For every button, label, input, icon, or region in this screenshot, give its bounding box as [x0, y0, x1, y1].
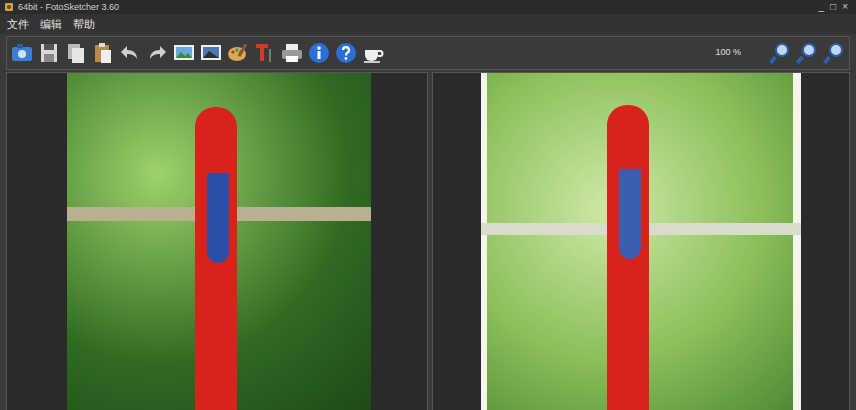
copy-icon[interactable]	[64, 41, 88, 65]
menu-bar: 文件编辑帮助	[0, 14, 856, 34]
minimize-button[interactable]: _	[819, 2, 825, 12]
zoom-level: 100 %	[715, 46, 765, 60]
redo-icon[interactable]	[145, 41, 169, 65]
maximize-button[interactable]: □	[830, 2, 836, 12]
info-icon[interactable]	[307, 41, 331, 65]
title-bar: 64bit - FotoSketcher 3.60 _ □ ×	[0, 0, 856, 14]
window-title: 64bit - FotoSketcher 3.60	[18, 3, 119, 12]
help-icon[interactable]	[334, 41, 358, 65]
zoom-fit-icon[interactable]	[795, 41, 819, 65]
palette-icon[interactable]	[226, 41, 250, 65]
original-photo	[67, 73, 371, 410]
zoom-out-icon[interactable]	[768, 41, 792, 65]
original-picture-icon[interactable]	[172, 41, 196, 65]
print-icon[interactable]	[280, 41, 304, 65]
sketch-result	[481, 73, 801, 410]
text-tool-icon[interactable]	[253, 41, 277, 65]
paste-icon[interactable]	[91, 41, 115, 65]
app-icon	[4, 2, 14, 12]
close-button[interactable]: ×	[842, 2, 848, 12]
workspace	[0, 72, 856, 410]
save-icon[interactable]	[37, 41, 61, 65]
menu-item[interactable]: 帮助	[72, 19, 96, 30]
app-window: 64bit - FotoSketcher 3.60 _ □ × 文件编辑帮助 100…	[0, 0, 856, 410]
sketch-picture-icon[interactable]	[199, 41, 223, 65]
original-panel	[6, 72, 428, 410]
menu-item[interactable]: 编辑	[39, 19, 63, 30]
zoom-in-icon[interactable]	[822, 41, 846, 65]
menu-item[interactable]: 文件	[6, 19, 30, 30]
coffee-cup-icon[interactable]	[361, 41, 385, 65]
open-camera-icon[interactable]	[10, 41, 34, 65]
toolbar: 100 %	[6, 36, 850, 70]
undo-icon[interactable]	[118, 41, 142, 65]
window-controls: _ □ ×	[819, 2, 852, 12]
sketch-panel	[432, 72, 850, 410]
